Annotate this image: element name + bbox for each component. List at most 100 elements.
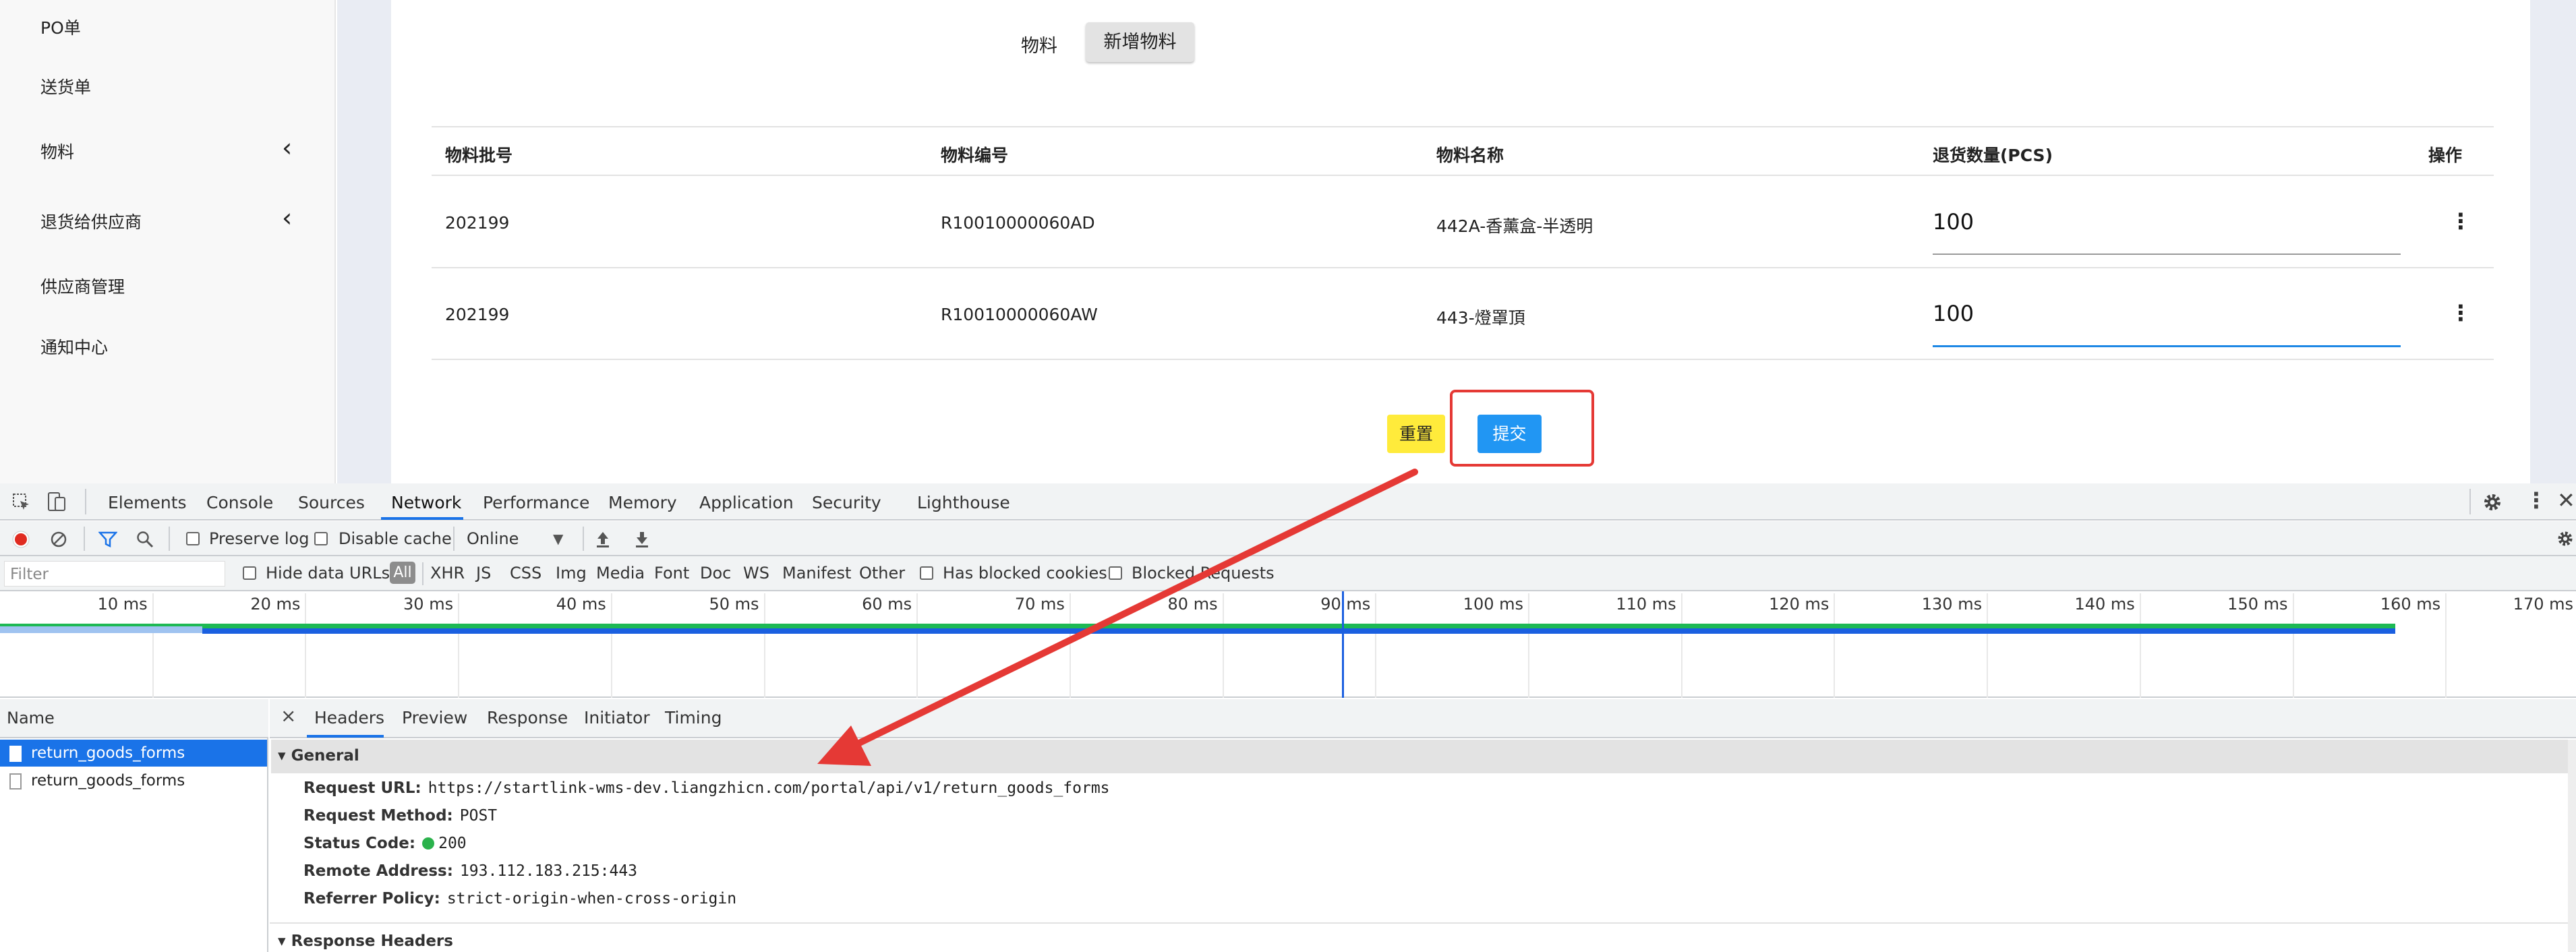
sidebar-item-material[interactable]: 物料	[40, 139, 74, 163]
tab-network[interactable]: Network	[391, 493, 461, 512]
timeline-gridline	[2139, 593, 2141, 698]
request-method-row: Request Method: POST	[303, 807, 497, 825]
network-timeline[interactable]	[0, 591, 2576, 698]
filter-type-img[interactable]: Img	[556, 564, 587, 583]
reset-button[interactable]: 重置	[1387, 415, 1445, 453]
tab-headers[interactable]: Headers	[314, 708, 384, 727]
column-header-actions: 操作	[2428, 146, 2463, 165]
sidebar-item-return-to-supplier[interactable]: 退货给供应商	[40, 209, 142, 233]
general-section-header[interactable]: ▾ General	[271, 740, 2569, 773]
status-code-value: 200	[438, 835, 467, 852]
filter-type-xhr[interactable]: XHR	[430, 564, 465, 583]
dropdown-arrow-icon[interactable]: ▼	[553, 531, 563, 547]
chevron-left-icon[interactable]: ‹	[282, 205, 292, 231]
separator	[85, 489, 86, 514]
tab-lighthouse[interactable]: Lighthouse	[917, 493, 1010, 512]
filter-type-css[interactable]: CSS	[510, 564, 541, 583]
filter-type-js[interactable]: JS	[476, 564, 491, 583]
return-qty-input[interactable]: 100	[1933, 209, 1974, 235]
chevron-left-icon[interactable]: ‹	[282, 135, 292, 160]
section-title: General	[291, 747, 359, 765]
referrer-policy-value: strict-origin-when-cross-origin	[446, 890, 737, 908]
sidebar-item-supplier-management[interactable]: 供应商管理	[40, 274, 125, 298]
blocked-requests-checkbox[interactable]	[1109, 566, 1122, 580]
sidebar-item-label: 通知中心	[40, 338, 109, 357]
tab-sources[interactable]: Sources	[298, 493, 365, 512]
tab-memory[interactable]: Memory	[608, 493, 677, 512]
tab-response[interactable]: Response	[487, 708, 568, 727]
search-icon[interactable]	[136, 531, 154, 548]
filter-icon[interactable]	[98, 531, 117, 548]
export-har-icon[interactable]	[634, 529, 650, 548]
filter-type-media[interactable]: Media	[596, 564, 645, 583]
preserve-log-checkbox[interactable]	[186, 532, 200, 545]
filter-type-font[interactable]: Font	[654, 564, 689, 583]
timeline-tick-label: 70 ms	[1014, 595, 1065, 614]
close-details-icon[interactable]: ×	[281, 705, 296, 727]
timeline-gridline	[763, 593, 765, 698]
section-title: Response Headers	[291, 932, 453, 950]
request-list-header: Name	[0, 699, 268, 738]
tab-performance[interactable]: Performance	[483, 493, 589, 512]
request-row[interactable]: return_goods_forms	[0, 767, 267, 794]
close-icon[interactable]: ✕	[2557, 487, 2575, 513]
tab-application[interactable]: Application	[699, 493, 794, 512]
sidebar-item-notifications[interactable]: 通知中心	[40, 334, 108, 359]
filter-type-manifest[interactable]: Manifest	[782, 564, 851, 583]
timeline-tick-label: 100 ms	[1463, 595, 1523, 614]
status-code-row: Status Code: 200	[303, 835, 467, 852]
filter-type-all[interactable]: All	[390, 562, 415, 584]
clear-icon[interactable]	[50, 531, 67, 548]
sidebar-item-delivery[interactable]: 送货单	[40, 74, 91, 98]
field-key: Request URL:	[303, 779, 421, 797]
column-header-batch: 物料批号	[445, 146, 513, 165]
content-gutter	[337, 0, 391, 483]
cell-code: R10010000060AD	[941, 213, 1095, 233]
disclosure-triangle-icon: ▾	[278, 932, 286, 950]
cell-code: R10010000060AW	[941, 305, 1098, 324]
throttling-select[interactable]: Online	[467, 529, 519, 548]
response-headers-section-header[interactable]: ▾ Response Headers	[271, 925, 2569, 952]
filter-type-ws[interactable]: WS	[743, 564, 769, 583]
filter-type-other[interactable]: Other	[859, 564, 905, 583]
timeline-gridline	[1528, 593, 1529, 698]
table-divider	[432, 359, 2494, 360]
network-settings-gear-icon[interactable]	[2556, 529, 2575, 548]
sidebar: PO单 送货单 物料 ‹ 退货给供应商 ‹ 供应商管理 通知中心	[0, 0, 336, 483]
more-vert-icon[interactable]: ⋮	[2450, 210, 2471, 232]
has-blocked-cookies-checkbox[interactable]	[920, 566, 933, 580]
tab-timing[interactable]: Timing	[665, 708, 722, 727]
submit-highlight-box	[1450, 390, 1594, 467]
hide-data-urls-checkbox[interactable]	[243, 566, 256, 580]
request-name: return_goods_forms	[31, 772, 185, 790]
timeline-tick-label: 120 ms	[1769, 595, 1829, 614]
filter-type-doc[interactable]: Doc	[700, 564, 731, 583]
inspect-element-icon[interactable]	[12, 493, 31, 512]
device-toolbar-icon[interactable]	[47, 492, 66, 512]
remote-address-value: 193.112.183.215:443	[459, 862, 638, 880]
tab-preview[interactable]: Preview	[402, 708, 467, 727]
referrer-policy-row: Referrer Policy: strict-origin-when-cross…	[303, 890, 736, 908]
request-row-selected[interactable]: return_goods_forms	[0, 740, 267, 767]
return-qty-input[interactable]: 100	[1933, 301, 1974, 326]
import-har-icon[interactable]	[595, 529, 611, 548]
timeline-tick-label: 20 ms	[250, 595, 301, 614]
details-scrollbar[interactable]	[2568, 740, 2576, 952]
add-material-button[interactable]: 新增物料	[1086, 22, 1194, 62]
filter-input[interactable]: Filter	[4, 561, 225, 587]
disclosure-triangle-icon: ▾	[278, 747, 286, 765]
more-vert-icon[interactable]: ⋮	[2450, 302, 2471, 324]
tab-security[interactable]: Security	[812, 493, 881, 512]
settings-gear-icon[interactable]	[2482, 492, 2503, 513]
section-divider	[270, 922, 2569, 924]
disable-cache-checkbox[interactable]	[314, 532, 328, 545]
column-header-name[interactable]: Name	[7, 709, 55, 727]
tab-initiator[interactable]: Initiator	[584, 708, 650, 727]
tab-console[interactable]: Console	[206, 493, 273, 512]
more-options-icon[interactable]: ⋮	[2525, 487, 2547, 513]
devtools-tab-bar: Elements Console Sources Network Perform…	[0, 483, 2576, 520]
sidebar-item-po[interactable]: PO单	[40, 15, 81, 39]
record-icon[interactable]	[12, 531, 30, 548]
tab-elements[interactable]: Elements	[108, 493, 187, 512]
timeline-bar-queue	[0, 626, 202, 633]
